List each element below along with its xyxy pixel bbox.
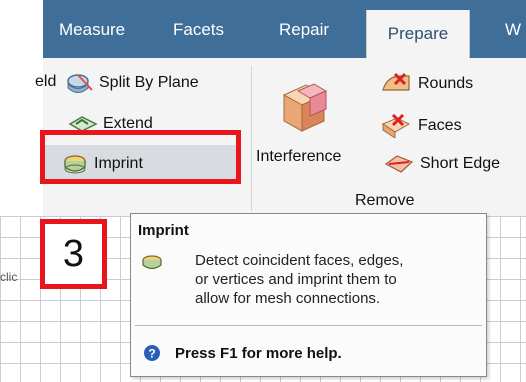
svg-text:?: ?: [148, 347, 155, 361]
faces-icon: [381, 114, 411, 138]
rounds-icon: [382, 72, 410, 91]
ribbon-divider: [251, 66, 252, 211]
tab-measure[interactable]: Measure: [59, 20, 125, 40]
interference-icon: [282, 83, 328, 132]
tooltip-imprint-icon: [142, 255, 162, 270]
short-edges-icon: [384, 155, 414, 173]
canvas-truncated-text: clic: [0, 270, 18, 284]
weld-label: eld: [35, 73, 57, 90]
remove-group-text: Remove: [355, 192, 415, 209]
short-edges-label: Short Edge: [420, 155, 501, 172]
tooltip-separator: [135, 325, 482, 326]
ribbon-tab-bar: Measure Facets Repair Prepare W: [43, 0, 526, 58]
imprint-tooltip: Imprint Detect coincident faces, edges, …: [130, 213, 487, 377]
tab-facets[interactable]: Facets: [173, 20, 224, 40]
tooltip-title: Imprint: [138, 222, 189, 239]
tooltip-description-line-3: allow for mesh connections.: [195, 290, 381, 307]
tooltip-description: Detect coincident faces, edges, or verti…: [195, 251, 403, 308]
tooltip-description-line-1: Detect coincident faces, edges,: [195, 252, 404, 269]
tab-w[interactable]: W: [505, 20, 521, 40]
help-icon: ?: [144, 345, 160, 361]
faces-label: Faces: [418, 117, 462, 134]
imprint-highlight-box: [40, 130, 241, 184]
tooltip-help-text: Press F1 for more help.: [175, 345, 342, 362]
interference-label: Interference: [256, 148, 342, 165]
tooltip-description-line-2: or vertices and imprint them to: [195, 271, 397, 288]
interference-button[interactable]: Interference: [256, 148, 341, 166]
split-by-plane-button[interactable]: Split By Plane: [66, 72, 199, 94]
short-edges-button[interactable]: Short Edge: [383, 152, 500, 176]
weld-button[interactable]: eld: [35, 73, 56, 91]
split-by-plane-label: Split By Plane: [99, 74, 199, 91]
rounds-button[interactable]: Rounds: [379, 72, 473, 96]
faces-button[interactable]: Faces: [379, 114, 462, 138]
tab-prepare[interactable]: Prepare: [366, 10, 470, 58]
split-by-plane-icon: [67, 74, 93, 93]
step-number-badge: 3: [40, 219, 107, 289]
tab-repair[interactable]: Repair: [279, 20, 329, 40]
rounds-label: Rounds: [418, 75, 474, 92]
remove-group-label: Remove: [355, 192, 415, 210]
